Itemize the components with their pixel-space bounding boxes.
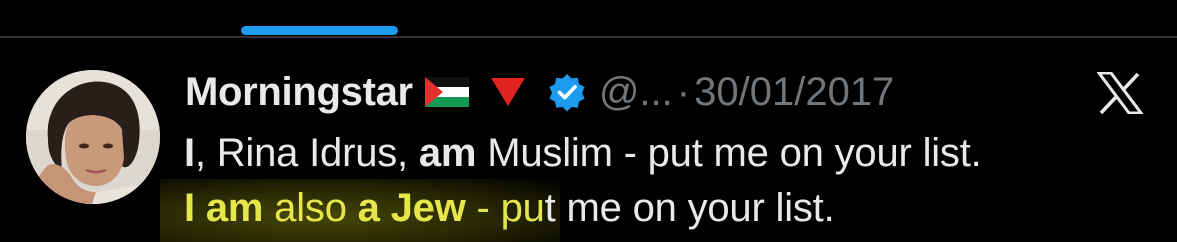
- avatar-image: [26, 70, 160, 204]
- text-segment: - pu: [465, 186, 545, 230]
- tweet-text-line-2: I am also a Jew - put me on your list.: [184, 186, 835, 231]
- text-segment: also: [263, 186, 358, 230]
- text-segment: Muslim - put me on your list.: [476, 131, 982, 175]
- user-handle[interactable]: @...: [599, 70, 673, 115]
- text-segment: , Rina Idrus,: [194, 131, 419, 175]
- text-segment: am: [418, 131, 477, 175]
- tweet-screen: Morningstar @... · 30/01/2017 I, Rina Id…: [0, 0, 1177, 242]
- palestine-flag-icon: [424, 77, 469, 107]
- separator-dot: ·: [676, 69, 691, 114]
- tab-indicator[interactable]: [241, 26, 398, 35]
- tweet-date[interactable]: 30/01/2017: [694, 70, 894, 115]
- red-triangle-icon: [490, 78, 525, 106]
- avatar[interactable]: [26, 70, 160, 204]
- tweet-text-line-1: I, Rina Idrus, am Muslim - put me on you…: [184, 131, 982, 176]
- text-segment: t me on your list.: [544, 186, 835, 230]
- tweet-header: Morningstar @... · 30/01/2017: [185, 64, 894, 120]
- divider: [0, 36, 1177, 38]
- text-segment: a Jew: [357, 186, 466, 230]
- x-logo-icon[interactable]: [1096, 71, 1144, 115]
- text-segment: I: [184, 131, 195, 175]
- text-segment: I am: [184, 186, 264, 230]
- verified-badge-icon[interactable]: [547, 72, 587, 112]
- display-name[interactable]: Morningstar: [185, 70, 413, 115]
